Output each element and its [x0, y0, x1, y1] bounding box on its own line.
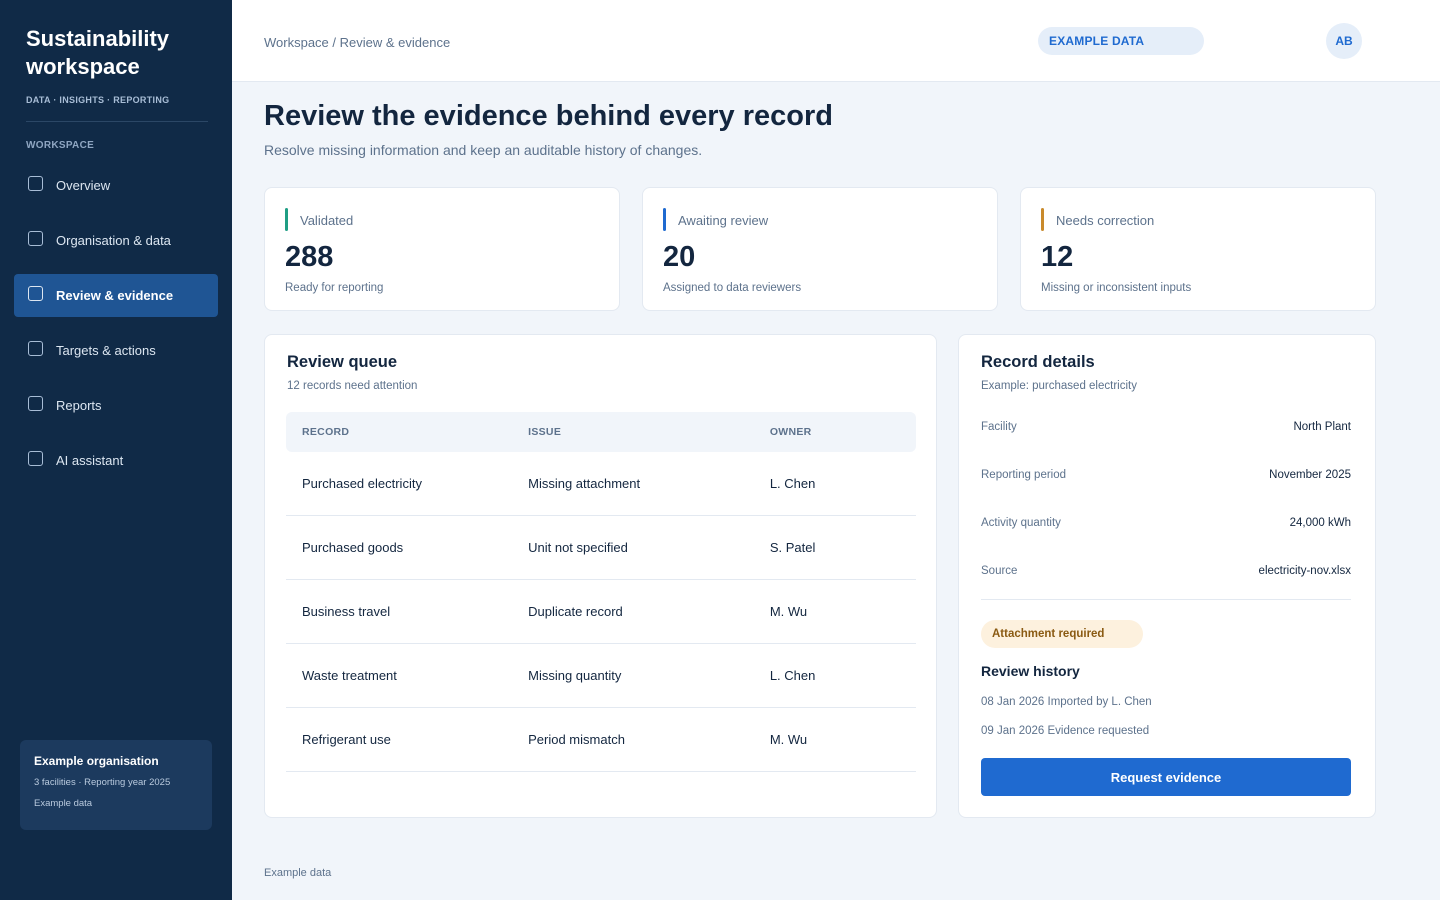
sidebar-nav: Overview Organisation & data Review & ev… [14, 164, 218, 494]
ai-assistant-icon [28, 451, 43, 466]
sidebar-item-label: Reports [56, 398, 102, 413]
record-cell: Waste treatment [302, 668, 397, 683]
detail-key: Activity quantity [981, 517, 1061, 529]
organisation-icon [28, 231, 43, 246]
owner-cell: M. Wu [769, 604, 808, 619]
organisation-name: Example organisation [34, 754, 159, 768]
owner-cell: L. Chen [769, 476, 816, 491]
stat-description: Assigned to data reviewers [663, 282, 802, 294]
stat-accent [285, 208, 288, 231]
sidebar-item-organisation-data[interactable]: Organisation & data [14, 219, 218, 262]
record-details-panel: Record details Example: purchased electr… [958, 334, 1376, 818]
sidebar-item-targets-actions[interactable]: Targets & actions [14, 329, 218, 372]
avatar[interactable]: AB [1326, 23, 1362, 59]
sidebar-item-label: Review & evidence [56, 288, 174, 303]
detail-row-reporting-period: Reporting period November 2025 [981, 469, 1351, 481]
column-header-issue: ISSUE [528, 426, 562, 438]
footer-note: Example data [264, 867, 332, 879]
history-item: 09 Jan 2026 Evidence requested [981, 725, 1150, 737]
owner-cell: M. Wu [769, 732, 808, 747]
table-row[interactable]: Purchased electricity Missing attachment… [286, 452, 916, 516]
stat-value: 20 [663, 241, 696, 273]
column-header-owner: OWNER [769, 426, 812, 438]
request-evidence-button[interactable]: Request evidence [981, 758, 1351, 796]
stat-accent [663, 208, 666, 231]
sidebar-item-reports[interactable]: Reports [14, 384, 218, 427]
sidebar-item-label: Targets & actions [56, 343, 156, 358]
owner-cell: L. Chen [769, 668, 816, 683]
overview-icon [28, 176, 43, 191]
stat-description: Missing or inconsistent inputs [1041, 282, 1192, 294]
page-subtitle: Resolve missing information and keep an … [264, 142, 703, 158]
detail-key: Reporting period [981, 469, 1067, 481]
review-history-title: Review history [981, 663, 1080, 679]
sidebar: Sustainability workspace DATA · INSIGHTS… [0, 0, 232, 900]
record-details-title: Record details [981, 353, 1095, 371]
review-queue-panel: Review queue 12 records need attention R… [264, 334, 937, 818]
sidebar-item-label: AI assistant [56, 453, 124, 468]
top-header: Workspace / Review & evidence EXAMPLE DA… [232, 0, 1440, 82]
table-row[interactable]: Purchased goods Unit not specified S. Pa… [286, 516, 916, 580]
stat-description: Ready for reporting [285, 282, 384, 294]
stat-card-awaiting-review: Awaiting review 20 Assigned to data revi… [642, 187, 998, 311]
detail-value: November 2025 [1269, 469, 1351, 481]
sidebar-item-overview[interactable]: Overview [14, 164, 218, 207]
organisation-meta: 3 facilities · Reporting year 2025 [34, 777, 171, 788]
organisation-card[interactable]: Example organisation 3 facilities · Repo… [20, 740, 212, 830]
detail-row-activity-quantity: Activity quantity 24,000 kWh [981, 517, 1351, 529]
review-queue-table: RECORD ISSUE OWNER Purchased electricity… [286, 412, 916, 772]
stat-accent [1041, 208, 1044, 231]
detail-key: Source [981, 565, 1018, 577]
stat-card-needs-correction: Needs correction 12 Missing or inconsist… [1020, 187, 1376, 311]
stat-label: Validated [300, 213, 354, 228]
example-data-badge: EXAMPLE DATA [1038, 27, 1204, 55]
detail-row-facility: Facility North Plant [981, 421, 1351, 433]
review-queue-subtitle: 12 records need attention [287, 380, 418, 392]
stat-card-validated: Validated 288 Ready for reporting [264, 187, 620, 311]
sidebar-item-label: Organisation & data [56, 233, 171, 248]
column-header-record: RECORD [302, 426, 350, 438]
detail-value: North Plant [1293, 421, 1351, 433]
detail-row-source: Source electricity-nov.xlsx [981, 565, 1351, 577]
stat-label: Awaiting review [678, 213, 769, 228]
detail-value: 24,000 kWh [1289, 517, 1351, 529]
sidebar-item-review-evidence[interactable]: Review & evidence [14, 274, 218, 317]
targets-icon [28, 341, 43, 356]
sidebar-item-label: Overview [56, 178, 111, 193]
organisation-note: Example data [34, 798, 93, 809]
attachment-required-badge: Attachment required [981, 620, 1143, 648]
record-cell: Business travel [302, 604, 391, 619]
detail-key: Facility [981, 421, 1017, 433]
sidebar-item-ai-assistant[interactable]: AI assistant [14, 439, 218, 482]
brand-title: Sustainability workspace [26, 26, 170, 79]
record-details-subtitle: Example: purchased electricity [981, 380, 1137, 392]
issue-cell: Duplicate record [528, 604, 623, 619]
issue-cell: Unit not specified [528, 540, 628, 555]
issue-cell: Missing attachment [528, 476, 641, 491]
stat-label: Needs correction [1056, 213, 1155, 228]
review-icon [28, 286, 43, 301]
table-row[interactable]: Waste treatment Missing quantity L. Chen [286, 644, 916, 708]
history-item: 08 Jan 2026 Imported by L. Chen [981, 696, 1152, 708]
brand-subtitle: DATA · INSIGHTS · REPORTING [26, 95, 170, 105]
detail-value: electricity-nov.xlsx [1258, 565, 1351, 577]
record-cell: Purchased goods [302, 540, 404, 555]
stat-value: 288 [285, 241, 334, 273]
sidebar-divider [26, 121, 208, 122]
review-queue-title: Review queue [287, 353, 398, 371]
breadcrumb: Workspace / Review & evidence [264, 35, 451, 50]
record-cell: Purchased electricity [302, 476, 422, 491]
stat-value: 12 [1041, 241, 1074, 273]
reports-icon [28, 396, 43, 411]
sidebar-section-label: WORKSPACE [26, 140, 95, 151]
issue-cell: Missing quantity [528, 668, 622, 683]
table-row[interactable]: Refrigerant use Period mismatch M. Wu [286, 708, 916, 772]
page-title: Review the evidence behind every record [264, 100, 833, 132]
issue-cell: Period mismatch [528, 732, 625, 747]
record-cell: Refrigerant use [302, 732, 391, 747]
owner-cell: S. Patel [769, 540, 816, 555]
table-header: RECORD ISSUE OWNER [286, 412, 916, 452]
details-divider [981, 599, 1351, 600]
table-row[interactable]: Business travel Duplicate record M. Wu [286, 580, 916, 644]
